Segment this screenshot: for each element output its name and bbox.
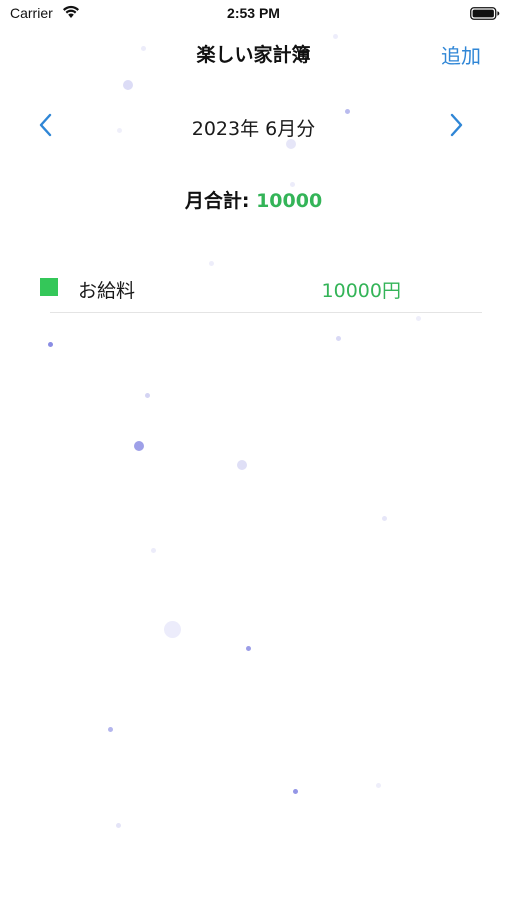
decor-dot xyxy=(164,621,181,638)
decor-dot xyxy=(134,441,144,451)
battery-icon xyxy=(470,7,500,20)
month-label: 2023年 6月分 xyxy=(191,118,316,140)
decor-dot xyxy=(336,336,341,341)
decor-dot xyxy=(48,342,53,347)
decor-dot xyxy=(333,34,338,39)
chevron-right-icon[interactable] xyxy=(446,112,466,138)
list-item[interactable]: お給料 10000円 xyxy=(0,262,507,313)
clock-time: 2:53 PM xyxy=(227,5,280,21)
status-bar: Carrier 2:53 PM xyxy=(0,0,507,28)
entry-list: お給料 10000円 xyxy=(0,262,507,313)
decor-dot xyxy=(123,80,133,90)
monthly-total-label: 月合計: xyxy=(184,190,250,212)
month-navigation: 2023年 6月分 xyxy=(0,108,507,142)
entry-name: お給料 xyxy=(78,280,136,302)
decor-dot xyxy=(246,646,251,651)
add-button[interactable]: 追加 xyxy=(441,40,481,69)
decor-dot xyxy=(145,393,150,398)
category-color-swatch xyxy=(40,278,58,296)
decor-dot xyxy=(151,548,156,553)
decor-dot xyxy=(237,460,247,470)
decor-dot xyxy=(382,516,387,521)
decor-dot xyxy=(293,789,298,794)
monthly-total: 月合計: 10000 xyxy=(0,186,507,213)
decor-dot xyxy=(376,783,381,788)
decor-dot xyxy=(108,727,113,732)
entry-amount: 10000円 xyxy=(321,280,401,302)
monthly-total-value: 10000 xyxy=(256,190,323,212)
page-title: 楽しい家計簿 xyxy=(196,44,311,66)
decor-dot xyxy=(116,823,121,828)
decor-dot xyxy=(416,316,421,321)
row-divider xyxy=(50,312,482,313)
